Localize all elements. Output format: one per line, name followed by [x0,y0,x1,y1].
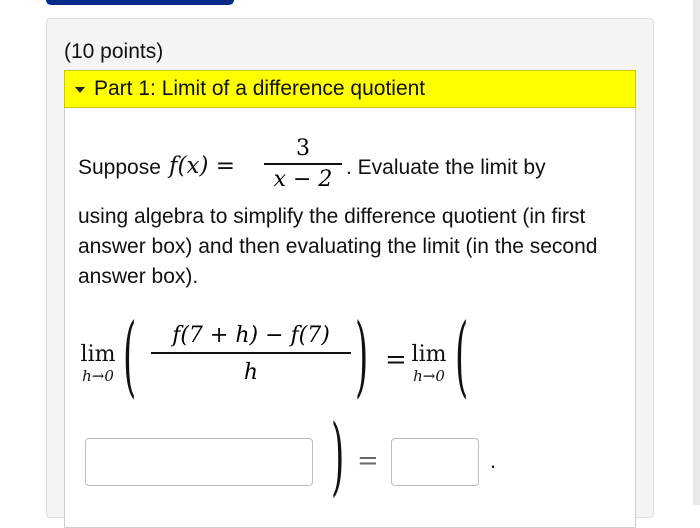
top-tab-indicator [46,0,234,5]
limit-sub-right: h→0 [413,367,445,385]
prompt-prefix: Suppose [78,156,161,179]
limit-value-input[interactable] [391,438,479,486]
right-paren-open: ( [455,305,469,410]
function-numerator: 3 [296,136,310,161]
right-paren-close: ) [331,407,345,508]
equals-sign-1: = [385,345,407,375]
equals-sign-2: = [357,446,379,476]
limit-sub-left: h→0 [82,367,114,385]
window-scroll-edge [693,0,700,505]
question-card: (10 points) Part 1: Limit of a differenc… [46,18,654,528]
limit-text-right: lim [411,342,447,367]
dq-numerator: f(7 + h) − f(7) [172,323,330,348]
left-paren-close: ) [355,305,369,410]
limit-operator-left: lim h→0 [78,342,118,386]
final-period: . [490,448,497,473]
prompt-suffix: . Evaluate the limit by [346,156,546,179]
part-1-header[interactable]: Part 1: Limit of a difference quotient [64,70,636,108]
simplified-quotient-input[interactable] [85,438,313,486]
part-title: Part 1: Limit of a difference quotient [94,77,426,100]
part-1-body: Suppose f(x) = 3 x − 2 . Evaluate the li… [64,108,636,528]
limit-operator-right: lim h→0 [409,342,449,386]
limit-text-left: lim [80,342,116,367]
caret-down-icon [75,87,85,93]
function-denominator: x − 2 [273,167,333,192]
left-paren-open: ( [123,305,137,410]
instructions-text: using algebra to simplify the difference… [78,205,598,288]
difference-quotient: f(7 + h) − f(7) h [151,320,351,392]
dq-denominator: h [243,360,259,385]
points-label: (10 points) [64,40,164,63]
function-lhs: f(x) = [169,153,236,179]
function-fraction: 3 x − 2 [264,135,342,195]
